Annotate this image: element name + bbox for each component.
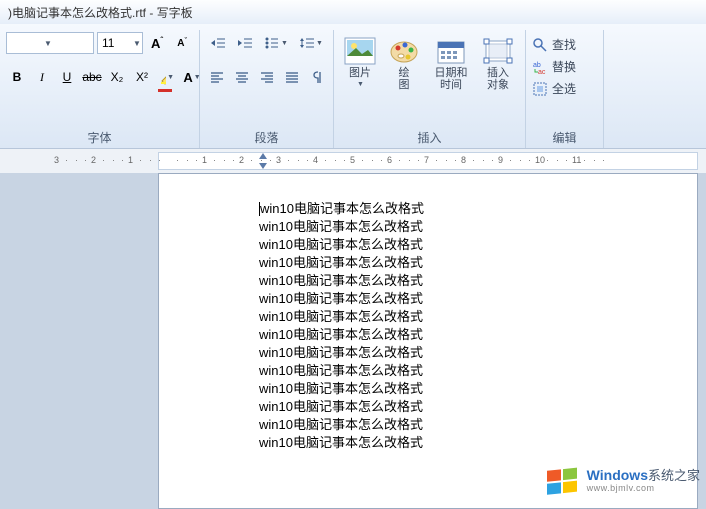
document-line: win10电脑记事本怎么改格式	[259, 326, 697, 344]
document-line: win10电脑记事本怎么改格式	[259, 398, 697, 416]
palette-icon	[388, 37, 420, 65]
document-line: win10电脑记事本怎么改格式	[259, 308, 697, 326]
highlight-button[interactable]: ▼	[156, 66, 178, 88]
select-all-button[interactable]: 全选	[532, 80, 597, 97]
ruler-tick: 8	[461, 155, 466, 165]
windows-logo-icon	[545, 465, 581, 497]
watermark: Windows系统之家 www.bjmlv.com	[545, 465, 700, 497]
ruler-tick: 4	[313, 155, 318, 165]
superscript-button[interactable]: X²	[131, 66, 153, 88]
ruler-tick: 2	[91, 155, 96, 165]
document-line: win10电脑记事本怎么改格式	[259, 380, 697, 398]
chevron-down-icon[interactable]: ▼	[132, 39, 142, 48]
calendar-icon	[435, 37, 467, 65]
increase-indent-button[interactable]	[233, 32, 257, 54]
select-all-icon	[532, 81, 548, 97]
align-right-button[interactable]	[256, 66, 278, 88]
chevron-down-icon[interactable]: ▼	[41, 39, 55, 48]
align-center-button[interactable]	[231, 66, 253, 88]
insert-picture-button[interactable]: 图片 ▼	[340, 34, 380, 94]
ribbon: ▼ ▼ Aˆ Aˇ B I U abc X₂ X²	[0, 24, 706, 149]
find-button[interactable]: 查找	[532, 36, 597, 53]
shrink-font-button[interactable]: Aˇ	[171, 32, 193, 54]
first-line-indent-marker[interactable]	[259, 153, 267, 159]
group-label-font: 字体	[6, 127, 193, 148]
svg-text:ac: ac	[538, 69, 546, 75]
insert-paint-button[interactable]: 绘 图	[384, 34, 424, 94]
strikethrough-button[interactable]: abc	[81, 66, 103, 88]
font-family-combo[interactable]: ▼	[6, 32, 94, 54]
search-icon	[532, 37, 548, 53]
horizontal-ruler[interactable]: 3211234567891011	[158, 152, 698, 170]
document-page[interactable]: win10电脑记事本怎么改格式win10电脑记事本怎么改格式win10电脑记事本…	[158, 173, 698, 509]
ruler-tick: 10	[535, 155, 545, 165]
group-paragraph: ▼ ▼ 段落	[200, 30, 334, 148]
italic-button[interactable]: I	[31, 66, 53, 88]
ruler-area: 3211234567891011	[0, 149, 706, 173]
window-title: )电脑记事本怎么改格式.rtf - 写字板	[8, 6, 193, 20]
ruler-tick: 5	[350, 155, 355, 165]
chevron-down-icon: ▼	[357, 81, 364, 88]
line-spacing-button[interactable]: ▼	[295, 32, 327, 54]
replace-icon: abac	[532, 59, 548, 75]
document-line: win10电脑记事本怎么改格式	[259, 290, 697, 308]
window-titlebar: )电脑记事本怎么改格式.rtf - 写字板	[0, 0, 706, 24]
subscript-button[interactable]: X₂	[106, 66, 128, 88]
bullet-list-button[interactable]: ▼	[260, 32, 292, 54]
align-left-button[interactable]	[206, 66, 228, 88]
document-line: win10电脑记事本怎么改格式	[259, 416, 697, 434]
align-justify-button[interactable]	[281, 66, 303, 88]
ruler-tick: 7	[424, 155, 429, 165]
document-line: win10电脑记事本怎么改格式	[259, 236, 697, 254]
paragraph-dialog-button[interactable]	[306, 66, 328, 88]
insert-object-button[interactable]: 插入 对象	[478, 34, 518, 94]
document-viewport: win10电脑记事本怎么改格式win10电脑记事本怎么改格式win10电脑记事本…	[0, 173, 706, 509]
ruler-tick: 9	[498, 155, 503, 165]
font-family-input[interactable]	[7, 36, 41, 50]
object-icon	[482, 37, 514, 65]
replace-button[interactable]: abac 替换	[532, 58, 597, 75]
group-insert: 图片 ▼ 绘 图 日期和 时间 插入 对象	[334, 30, 526, 148]
document-line: win10电脑记事本怎么改格式	[259, 434, 697, 452]
decrease-indent-button[interactable]	[206, 32, 230, 54]
ruler-tick: 11	[572, 155, 581, 165]
group-label-insert: 插入	[340, 127, 519, 148]
ruler-tick: 1	[128, 155, 133, 165]
ruler-tick: 1	[202, 155, 207, 165]
font-size-combo[interactable]: ▼	[97, 32, 143, 54]
group-font: ▼ ▼ Aˆ Aˇ B I U abc X₂ X²	[0, 30, 200, 148]
document-line: win10电脑记事本怎么改格式	[259, 272, 697, 290]
bold-button[interactable]: B	[6, 66, 28, 88]
font-size-input[interactable]	[98, 36, 132, 50]
underline-button[interactable]: U	[56, 66, 78, 88]
ruler-tick: 3	[276, 155, 281, 165]
insert-datetime-button[interactable]: 日期和 时间	[428, 34, 474, 94]
ruler-tick: 3	[54, 155, 59, 165]
document-line: win10电脑记事本怎么改格式	[259, 218, 697, 236]
group-edit: 查找 abac 替换 全选 编辑	[526, 30, 604, 148]
document-line: win10电脑记事本怎么改格式	[259, 344, 697, 362]
picture-icon	[344, 37, 376, 65]
svg-text:ab: ab	[533, 62, 541, 69]
group-label-edit: 编辑	[532, 127, 597, 148]
ruler-tick: 6	[387, 155, 392, 165]
ruler-tick: 2	[239, 155, 244, 165]
document-line: win10电脑记事本怎么改格式	[259, 362, 697, 380]
hanging-indent-marker[interactable]	[259, 163, 267, 169]
group-label-paragraph: 段落	[206, 127, 327, 148]
document-line: win10电脑记事本怎么改格式	[259, 254, 697, 272]
grow-font-button[interactable]: Aˆ	[146, 32, 168, 54]
document-line: win10电脑记事本怎么改格式	[259, 200, 697, 218]
